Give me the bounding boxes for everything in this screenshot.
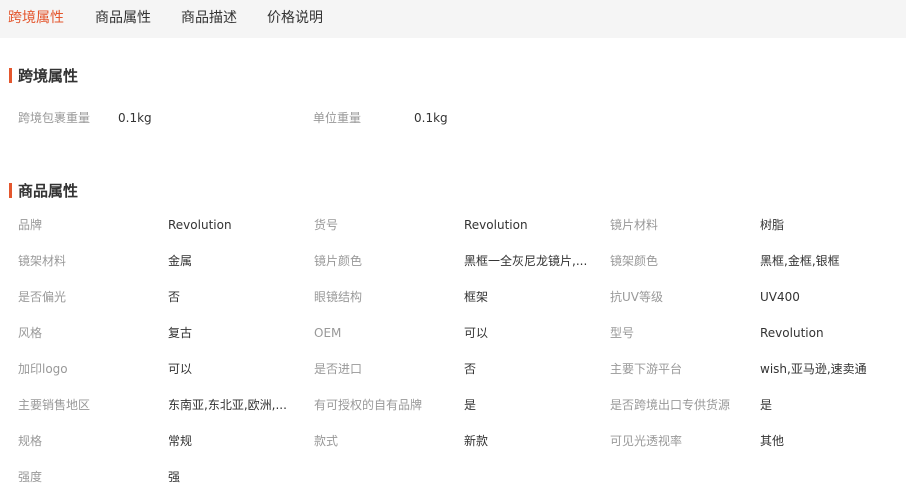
attribute-label: 主要销售地区 bbox=[18, 398, 91, 412]
attribute-label: 眼镜结构 bbox=[314, 290, 363, 304]
attribute-label: 跨境包裹重量 bbox=[18, 111, 91, 125]
attribute-value: 复古 bbox=[168, 326, 193, 340]
attribute-value: 可以 bbox=[464, 326, 489, 340]
attribute-label: 镜架颜色 bbox=[610, 254, 659, 268]
attribute-label: 镜片材料 bbox=[610, 218, 659, 232]
attribute-value: 常规 bbox=[168, 434, 193, 448]
attribute-label: 款式 bbox=[314, 434, 339, 448]
attribute-label: 规格 bbox=[18, 434, 43, 448]
attribute-value: wish,亚马逊,速卖通 bbox=[760, 362, 867, 376]
section-title-text: 跨境属性 bbox=[18, 67, 79, 85]
attribute-value: 否 bbox=[168, 290, 181, 304]
attribute-value: 新款 bbox=[464, 434, 489, 448]
attribute-value: Revolution bbox=[464, 218, 528, 232]
attribute-value: UV400 bbox=[760, 290, 800, 304]
section-accent-bar bbox=[9, 68, 12, 83]
attribute-label: 风格 bbox=[18, 326, 43, 340]
attribute-label: 是否偏光 bbox=[18, 290, 67, 304]
attribute-label: 品牌 bbox=[18, 218, 43, 232]
attribute-value: 其他 bbox=[760, 434, 785, 448]
attribute-value: 框架 bbox=[464, 290, 489, 304]
tab-product-attributes[interactable]: 商品属性 bbox=[95, 0, 151, 38]
attribute-value: 树脂 bbox=[760, 218, 785, 232]
attribute-value: 金属 bbox=[168, 254, 193, 268]
attribute-value: 是 bbox=[760, 398, 773, 412]
attribute-label: 货号 bbox=[314, 218, 339, 232]
attribute-value: 否 bbox=[464, 362, 477, 376]
attribute-value: 黑框,金框,银框 bbox=[760, 254, 840, 268]
section-title-text: 商品属性 bbox=[18, 182, 79, 200]
attribute-label: OEM bbox=[314, 326, 342, 340]
attribute-label: 镜片颜色 bbox=[314, 254, 363, 268]
section-title-cross-border: 跨境属性 bbox=[9, 67, 78, 85]
attribute-value: 强 bbox=[168, 470, 181, 484]
attribute-label: 可见光透视率 bbox=[610, 434, 683, 448]
attribute-label: 加印logo bbox=[18, 362, 68, 376]
attribute-label: 有可授权的自有品牌 bbox=[314, 398, 423, 412]
attribute-value: 0.1kg bbox=[118, 111, 152, 125]
attribute-label: 型号 bbox=[610, 326, 635, 340]
attribute-label: 主要下游平台 bbox=[610, 362, 683, 376]
attribute-label: 强度 bbox=[18, 470, 43, 484]
attribute-value: Revolution bbox=[168, 218, 232, 232]
attribute-value: Revolution bbox=[760, 326, 824, 340]
tab-bar: 跨境属性 商品属性 商品描述 价格说明 bbox=[0, 0, 906, 38]
attribute-value: 是 bbox=[464, 398, 477, 412]
attribute-label: 单位重量 bbox=[313, 111, 362, 125]
attribute-value: 东南亚,东北亚,欧洲,... bbox=[168, 398, 287, 412]
tab-price-description[interactable]: 价格说明 bbox=[267, 0, 323, 38]
attribute-value: 可以 bbox=[168, 362, 193, 376]
attribute-value: 黑框一全灰尼龙镜片,... bbox=[464, 254, 588, 268]
attribute-label: 是否跨境出口专供货源 bbox=[610, 398, 731, 412]
attribute-label: 镜架材料 bbox=[18, 254, 67, 268]
attribute-label: 是否进口 bbox=[314, 362, 363, 376]
tab-cross-border-attributes[interactable]: 跨境属性 bbox=[8, 0, 64, 38]
section-accent-bar bbox=[9, 183, 12, 198]
attribute-label: 抗UV等级 bbox=[610, 290, 663, 304]
tab-product-description[interactable]: 商品描述 bbox=[181, 0, 237, 38]
section-title-product: 商品属性 bbox=[9, 182, 78, 200]
attribute-value: 0.1kg bbox=[414, 111, 448, 125]
